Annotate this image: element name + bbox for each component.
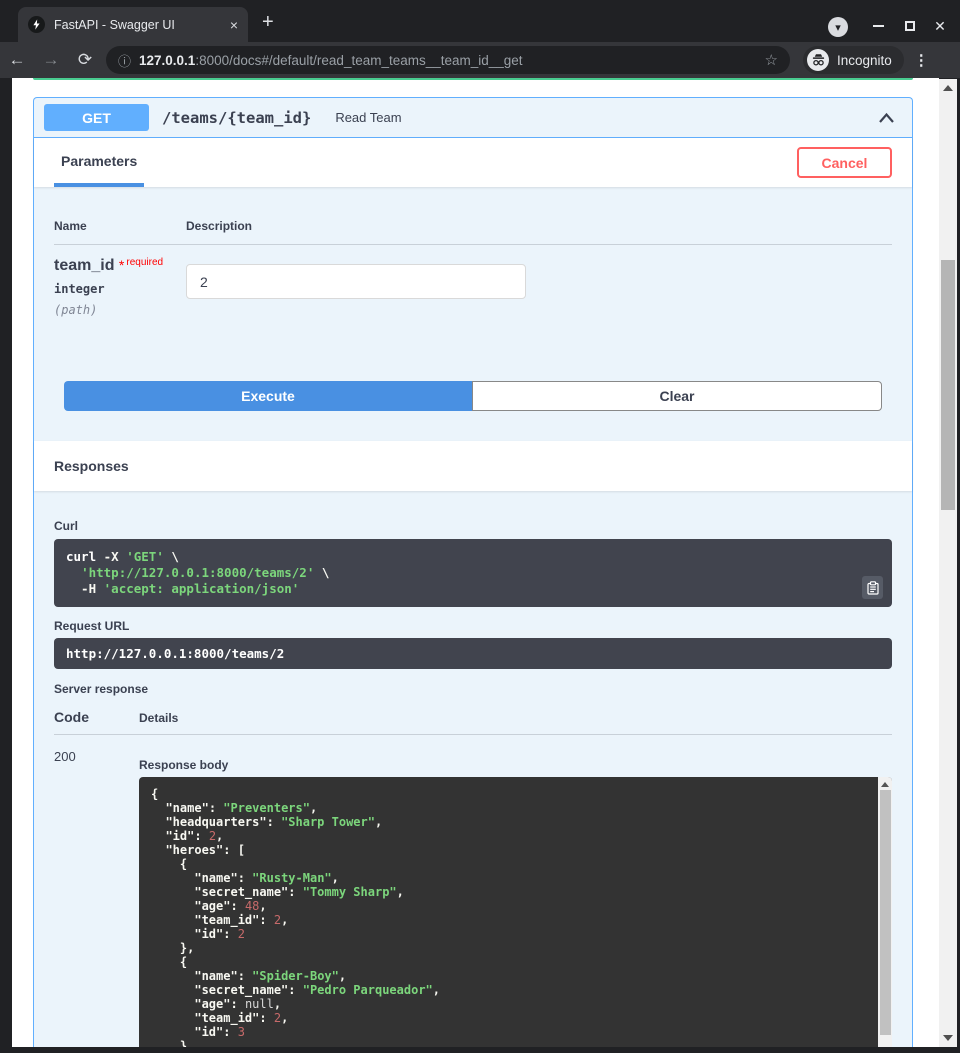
response-scrollbar-thumb[interactable] <box>880 790 891 1035</box>
parameters-header: Parameters Cancel <box>34 138 912 187</box>
request-url-block: http://127.0.0.1:8000/teams/2 <box>54 638 892 669</box>
page-scrollbar-thumb[interactable] <box>941 260 955 510</box>
response-scroll-up-icon[interactable] <box>881 782 889 787</box>
maximize-button[interactable] <box>901 17 919 35</box>
back-button[interactable]: ← <box>0 50 34 70</box>
reload-button[interactable]: ⟳ <box>68 50 102 70</box>
response-body-label: Response body <box>139 758 892 772</box>
responses-header: Responses <box>34 441 912 491</box>
param-row: team_id *required integer (path) <box>54 245 892 317</box>
url-host: 127.0.0.1 <box>139 53 195 68</box>
clipboard-icon <box>867 581 879 595</box>
server-response-label: Server response <box>54 682 892 696</box>
param-name-cell: team_id *required integer (path) <box>54 257 186 317</box>
browser-tab[interactable]: FastAPI - Swagger UI × <box>18 7 248 42</box>
cancel-button[interactable]: Cancel <box>797 147 892 178</box>
request-url-label: Request URL <box>54 619 892 633</box>
operation-summary[interactable]: GET /teams/{team_id} Read Team <box>34 98 912 138</box>
incognito-badge: Incognito <box>803 46 904 74</box>
new-tab-button[interactable]: + <box>262 11 274 34</box>
execute-row: Execute Clear <box>64 381 882 411</box>
browser-window: FastAPI - Swagger UI × + ▾ ✕ ← → ⟳ ⓘ 127… <box>0 0 960 1053</box>
column-name: Name <box>54 219 186 233</box>
address-bar[interactable]: ⓘ 127.0.0.1:8000/docs#/default/read_team… <box>106 46 790 74</box>
browser-update-chevron-icon[interactable]: ▾ <box>828 17 848 37</box>
response-table-headers: Code Details <box>54 709 892 735</box>
tab-strip: FastAPI - Swagger UI × + ▾ ✕ <box>0 0 960 42</box>
swagger-page: GET /teams/{team_id} Read Team Parameter… <box>12 78 939 1047</box>
response-row: 200 Response body { "name": "Preventers"… <box>54 735 892 1047</box>
tab-title: FastAPI - Swagger UI <box>54 18 224 32</box>
page-scrollbar[interactable] <box>939 79 957 1047</box>
clear-button[interactable]: Clear <box>472 381 882 411</box>
url-text: 127.0.0.1:8000/docs#/default/read_team_t… <box>139 53 757 68</box>
operation-summary-text: Read Team <box>335 110 401 125</box>
curl-block: curl -X 'GET' \ 'http://127.0.0.1:8000/t… <box>54 539 892 607</box>
url-path: :8000/docs#/default/read_team_teams__tea… <box>195 53 522 68</box>
response-body-block: { "name": "Preventers", "headquarters": … <box>139 777 892 1047</box>
code-column-header: Code <box>54 709 139 725</box>
required-label: required <box>126 257 163 268</box>
tab-close-icon[interactable]: × <box>230 17 238 33</box>
param-type: integer <box>54 282 186 296</box>
execute-button[interactable]: Execute <box>64 381 472 411</box>
browser-menu-kebab-icon[interactable]: ⋮ <box>914 51 929 69</box>
forward-button[interactable]: → <box>34 50 68 70</box>
incognito-label: Incognito <box>837 53 892 68</box>
collapse-chevron-icon[interactable] <box>877 110 896 126</box>
scrollbar-down-icon[interactable] <box>943 1035 953 1041</box>
param-description-cell <box>186 257 526 317</box>
parameters-column-headers: Name Description <box>54 219 892 245</box>
bookmark-star-icon[interactable]: ☆ <box>765 51 778 69</box>
param-name: team_id <box>54 257 114 274</box>
scrollbar-up-icon[interactable] <box>943 85 953 91</box>
team-id-input[interactable] <box>186 264 526 299</box>
parameters-table: Name Description team_id *required integ… <box>34 187 912 441</box>
tab-parameters[interactable]: Parameters <box>54 138 144 187</box>
site-info-icon[interactable]: ⓘ <box>118 51 131 70</box>
minimize-button[interactable] <box>869 17 887 35</box>
response-details-cell: Response body { "name": "Preventers", "h… <box>139 735 892 1047</box>
details-column-header: Details <box>139 709 178 725</box>
method-badge: GET <box>44 104 149 131</box>
response-scrollbar[interactable] <box>878 777 892 1047</box>
status-code: 200 <box>54 735 139 1047</box>
browser-toolbar: ← → ⟳ ⓘ 127.0.0.1:8000/docs#/default/rea… <box>0 42 960 78</box>
curl-label: Curl <box>54 519 892 533</box>
param-location: (path) <box>54 303 186 317</box>
previous-operation-edge <box>33 78 913 80</box>
copy-button[interactable] <box>862 576 883 599</box>
operation-path: /teams/{team_id} <box>162 109 311 127</box>
column-description: Description <box>186 219 252 233</box>
responses-title: Responses <box>54 458 129 474</box>
window-close-button[interactable]: ✕ <box>931 17 949 35</box>
incognito-icon <box>807 49 829 71</box>
responses-body: Curl curl -X 'GET' \ 'http://127.0.0.1:8… <box>34 491 912 1047</box>
fastapi-favicon-icon <box>28 16 45 33</box>
required-star: * <box>119 257 124 273</box>
operation-block: GET /teams/{team_id} Read Team Parameter… <box>33 97 913 1047</box>
